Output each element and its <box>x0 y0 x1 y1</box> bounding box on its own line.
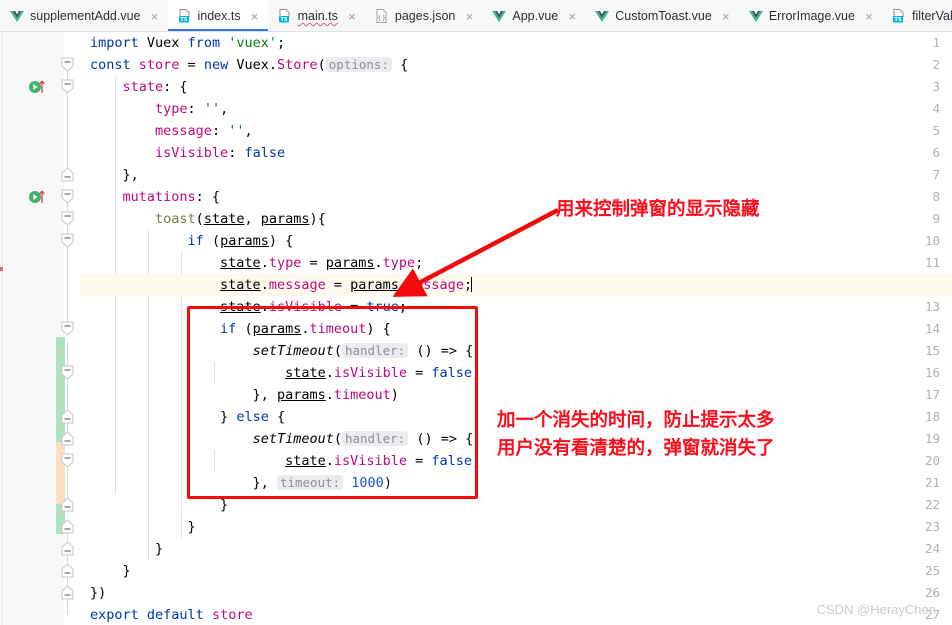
watermark: CSDN @HerayChen <box>816 602 936 617</box>
code-line-14[interactable]: if (params.timeout) { <box>80 318 952 340</box>
code-line-25[interactable]: } <box>80 560 952 582</box>
fold-toggle-icon[interactable] <box>60 321 75 336</box>
code-line-24[interactable]: } <box>80 538 952 560</box>
tab-label: supplementAdd.vue <box>30 9 141 23</box>
annotation-note-top: 用来控制弹窗的显示隐藏 <box>556 199 760 220</box>
editor-gutter[interactable] <box>4 32 64 625</box>
code-line-21[interactable]: }, timeout: 1000) <box>80 472 952 494</box>
vue-icon <box>9 8 25 24</box>
ide-window: supplementAdd.vue × TS index.ts × TS mai… <box>0 0 952 625</box>
code-line-26[interactable]: }) <box>80 582 952 604</box>
tab-App-vue[interactable]: App.vue × <box>482 0 585 31</box>
tab-main-ts[interactable]: TS main.ts × <box>268 0 365 31</box>
close-icon[interactable]: × <box>249 10 261 23</box>
fold-toggle-icon[interactable] <box>60 585 75 600</box>
vue-icon <box>594 8 610 24</box>
annotation-note-bottom-line1: 加一个消失的时间，防止提示太多 <box>497 410 775 431</box>
fold-toggle-icon[interactable] <box>60 497 75 512</box>
vue-icon <box>748 8 764 24</box>
code-line-17[interactable]: }, params.timeout) <box>80 384 952 406</box>
fold-toggle-icon[interactable] <box>60 431 75 446</box>
code-line-5[interactable]: message: '', <box>80 120 952 142</box>
fold-toggle-icon[interactable] <box>60 541 75 556</box>
code-line-2[interactable]: const store = new Vuex.Store(options: { <box>80 54 952 76</box>
fold-toggle-icon[interactable] <box>60 563 75 578</box>
code-editor[interactable]: 1 2 3 4 5 6 7 8 9 10 11 12 13 14 15 16 1… <box>0 32 952 625</box>
code-folding-column[interactable] <box>56 32 80 625</box>
fold-toggle-icon[interactable] <box>60 409 75 424</box>
code-line-4[interactable]: type: '', <box>80 98 952 120</box>
code-line-7[interactable]: }, <box>80 164 952 186</box>
annotation-note-bottom-line2: 用户没有看清楚的，弹窗就消失了 <box>497 438 775 459</box>
fold-toggle-icon[interactable] <box>60 519 75 534</box>
svg-text:TS: TS <box>894 17 902 23</box>
tab-filterValueData-ts[interactable]: TS filterValueData.ts × <box>882 0 952 31</box>
fold-toggle-icon[interactable] <box>60 57 75 72</box>
typescript-icon: TS <box>277 8 293 24</box>
typescript-icon: TS <box>891 8 907 24</box>
close-icon[interactable]: × <box>346 10 358 23</box>
fold-toggle-icon[interactable] <box>60 189 75 204</box>
close-icon[interactable]: × <box>863 10 875 23</box>
close-icon[interactable]: × <box>149 10 161 23</box>
svg-text:{}: {} <box>377 14 386 22</box>
code-line-22[interactable]: } <box>80 494 952 516</box>
tab-supplementAdd-vue[interactable]: supplementAdd.vue × <box>0 0 168 31</box>
tab-index-ts[interactable]: TS index.ts × <box>167 0 268 31</box>
error-stripe[interactable] <box>0 32 3 625</box>
tab-label: filterValueData.ts <box>911 9 952 23</box>
code-line-3[interactable]: state: { <box>80 76 952 98</box>
tab-label: index.ts <box>197 9 241 23</box>
fold-toggle-icon[interactable] <box>60 453 75 468</box>
close-icon[interactable]: × <box>566 10 578 23</box>
tab-label: main.ts <box>297 9 338 23</box>
close-icon[interactable]: × <box>463 10 475 23</box>
tab-CustomToast-vue[interactable]: CustomToast.vue × <box>585 0 739 31</box>
code-line-6[interactable]: isVisible: false <box>80 142 952 164</box>
tab-label: App.vue <box>512 9 559 23</box>
run-gutter-icon[interactable] <box>28 186 48 208</box>
typescript-icon: TS <box>177 8 193 24</box>
fold-toggle-icon[interactable] <box>60 167 75 182</box>
code-line-1[interactable]: import Vuex from 'vuex'; <box>80 32 952 54</box>
fold-toggle-icon[interactable] <box>60 233 75 248</box>
run-gutter-icon[interactable] <box>28 76 48 98</box>
fold-toggle-icon[interactable] <box>60 211 75 226</box>
annotation-arrow <box>392 208 560 297</box>
tab-pages-json[interactable]: {} pages.json × <box>365 0 482 31</box>
fold-toggle-icon[interactable] <box>60 365 75 380</box>
code-content[interactable]: import Vuex from 'vuex'; const store = n… <box>80 32 952 625</box>
json-icon: {} <box>374 8 390 24</box>
code-line-16[interactable]: state.isVisible = false; <box>80 362 952 384</box>
tab-label: pages.json <box>394 9 456 23</box>
tab-label: CustomToast.vue <box>615 9 712 23</box>
svg-text:TS: TS <box>280 17 288 23</box>
tab-ErrorImage-vue[interactable]: ErrorImage.vue × <box>739 0 882 31</box>
tab-label: ErrorImage.vue <box>768 9 855 23</box>
svg-text:TS: TS <box>180 17 188 23</box>
error-stripe-marker[interactable] <box>0 267 3 271</box>
code-line-15[interactable]: setTimeout(handler: () => { <box>80 340 952 362</box>
fold-toggle-icon[interactable] <box>60 79 75 94</box>
close-icon[interactable]: × <box>720 10 732 23</box>
editor-tab-bar: supplementAdd.vue × TS index.ts × TS mai… <box>0 0 952 32</box>
code-line-23[interactable]: } <box>80 516 952 538</box>
vue-icon <box>491 8 507 24</box>
